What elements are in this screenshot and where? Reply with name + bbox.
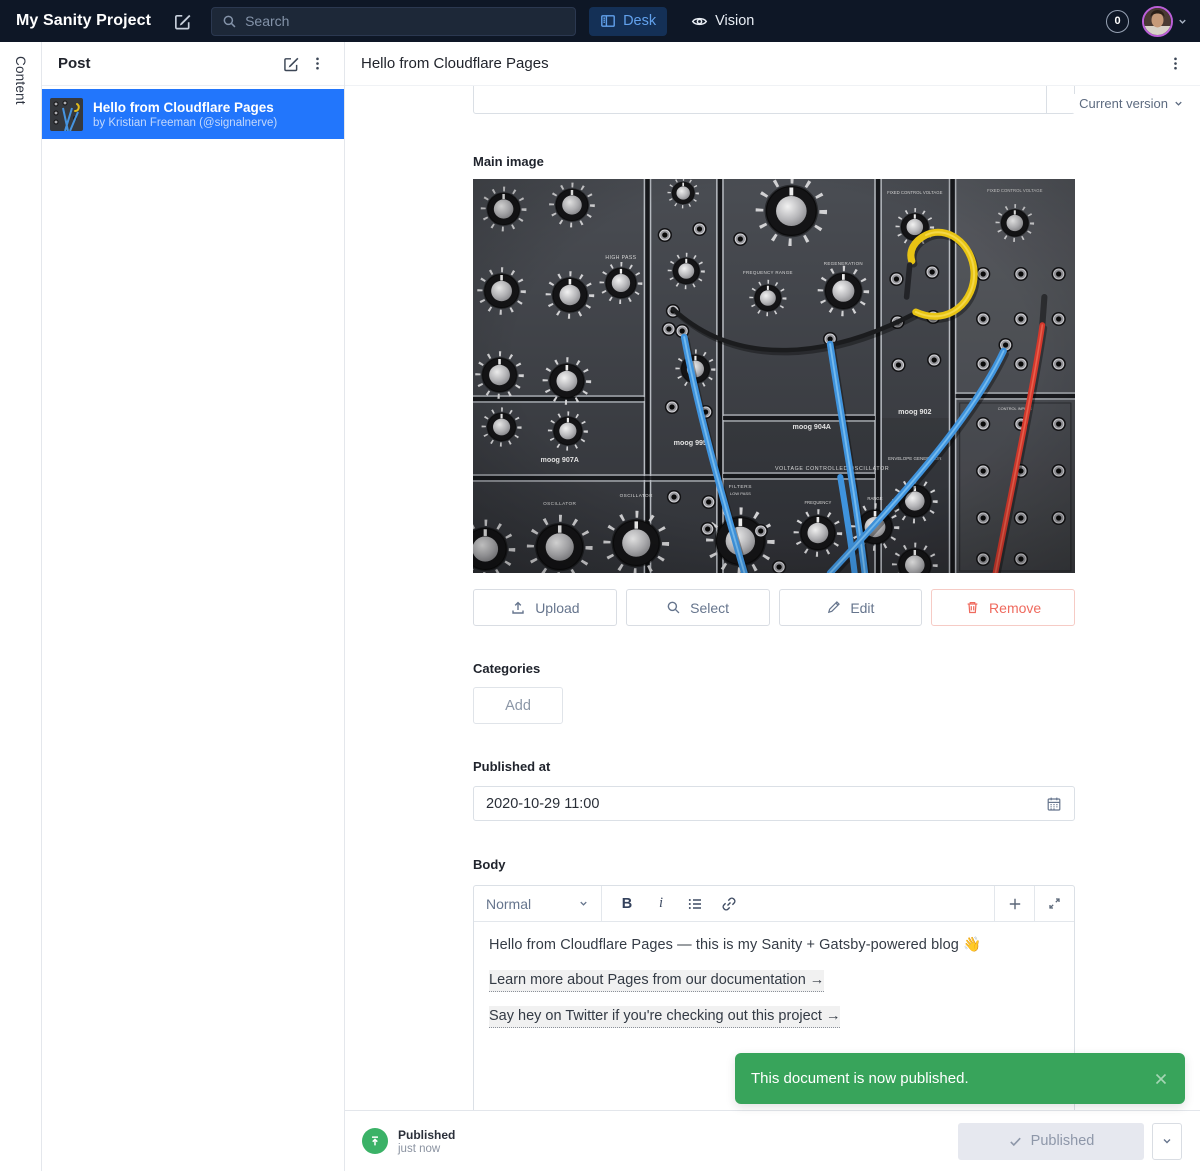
top-navbar: My Sanity Project Desk — [0, 0, 1200, 42]
italic-button[interactable]: i — [644, 889, 678, 919]
search-icon — [222, 14, 237, 29]
check-icon — [1008, 1134, 1023, 1149]
tab-vision-label: Vision — [715, 13, 754, 29]
search-icon — [666, 600, 681, 615]
select-button-label: Select — [690, 600, 729, 616]
close-icon[interactable] — [1153, 1071, 1169, 1087]
add-block-button[interactable] — [994, 886, 1034, 921]
calendar-icon[interactable] — [1046, 796, 1062, 812]
new-document-button[interactable] — [278, 51, 304, 77]
main-image-label: Main image — [473, 154, 1075, 169]
published-at-label: Published at — [473, 759, 1075, 774]
add-category-button[interactable]: Add — [473, 687, 563, 724]
document-menu-button[interactable] — [1162, 51, 1188, 77]
post-panel-title: Post — [58, 55, 91, 72]
version-select-label: Current version — [1079, 96, 1168, 111]
publish-status-icon — [362, 1128, 388, 1154]
body-paragraph: Hello from Cloudflare Pages — this is my… — [489, 935, 1059, 956]
chevron-down-icon[interactable] — [1177, 16, 1188, 27]
main-image-preview[interactable]: HIGH PASS FREQUENCY RANGE REGENERATION F… — [473, 179, 1075, 573]
status-badge[interactable]: 0 — [1106, 10, 1129, 33]
publish-menu-button[interactable] — [1152, 1123, 1182, 1160]
synthesizer-photo: HIGH PASS FREQUENCY RANGE REGENERATION F… — [473, 179, 1075, 573]
document-scroll-area[interactable]: Current version Main image — [345, 86, 1200, 1110]
link-button[interactable] — [712, 889, 746, 919]
pencil-icon — [826, 600, 841, 615]
post-panel-header: Post — [42, 42, 344, 86]
panel-menu-button[interactable] — [304, 51, 330, 77]
categories-label: Categories — [473, 661, 1075, 676]
slug-generate-button[interactable] — [1046, 86, 1074, 113]
publish-status-label: Published — [398, 1128, 455, 1142]
publish-status-time: just now — [398, 1143, 455, 1155]
style-select[interactable]: Normal — [474, 886, 602, 921]
avatar[interactable] — [1142, 6, 1173, 37]
toast-message: This document is now published. — [751, 1070, 1153, 1087]
body-link-documentation[interactable]: Learn more about Pages from our document… — [489, 970, 824, 992]
edit-button[interactable]: Edit — [779, 589, 923, 626]
style-select-value: Normal — [486, 896, 531, 912]
document-title: Hello from Cloudflare Pages — [361, 55, 549, 72]
badge-count: 0 — [1114, 15, 1120, 27]
document-header: Hello from Cloudflare Pages — [345, 42, 1200, 86]
publish-button-label: Published — [1031, 1133, 1095, 1149]
edit-button-label: Edit — [850, 600, 874, 616]
document-form: Main image — [473, 86, 1075, 1110]
version-select[interactable]: Current version — [1073, 94, 1184, 113]
project-title: My Sanity Project — [16, 12, 151, 30]
editor-content[interactable]: Hello from Cloudflare Pages — this is my… — [474, 922, 1074, 1041]
compose-icon — [173, 12, 192, 31]
document-panel: Hello from Cloudflare Pages Current vers… — [345, 42, 1200, 1171]
post-list-item[interactable]: Hello from Cloudflare Pages by Kristian … — [42, 89, 344, 139]
post-thumbnail — [50, 98, 83, 131]
select-button[interactable]: Select — [626, 589, 770, 626]
trash-icon — [965, 600, 980, 615]
publish-button[interactable]: Published — [958, 1123, 1144, 1160]
content-rail[interactable]: Content — [0, 42, 42, 1171]
tab-vision[interactable]: Vision — [680, 7, 765, 36]
compose-button[interactable] — [169, 8, 195, 34]
remove-button[interactable]: Remove — [931, 589, 1075, 626]
published-at-field — [473, 786, 1075, 821]
post-list-panel: Post — [42, 42, 345, 1171]
bold-button[interactable]: B — [610, 889, 644, 919]
document-footer: Published just now Published — [345, 1110, 1200, 1171]
expand-editor-button[interactable] — [1034, 886, 1074, 921]
slug-field-partial[interactable] — [473, 86, 1075, 114]
content-rail-label: Content — [13, 56, 28, 1171]
eye-icon — [691, 13, 708, 30]
post-item-subtitle: by Kristian Freeman (@signalnerve) — [93, 117, 277, 129]
desk-icon — [600, 13, 616, 29]
body-link-twitter[interactable]: Say hey on Twitter if you're checking ou… — [489, 1006, 840, 1028]
published-at-input[interactable] — [486, 796, 1046, 812]
upload-button-label: Upload — [535, 600, 579, 616]
remove-button-label: Remove — [989, 600, 1041, 616]
bullet-list-button[interactable] — [678, 889, 712, 919]
search-input[interactable] — [245, 13, 565, 29]
search-bar[interactable] — [211, 7, 576, 36]
tab-desk[interactable]: Desk — [589, 7, 667, 36]
tab-desk-label: Desk — [623, 13, 656, 29]
publish-toast: This document is now published. — [735, 1053, 1185, 1104]
body-label: Body — [473, 857, 1075, 872]
post-item-title: Hello from Cloudflare Pages — [93, 100, 277, 115]
editor-toolbar: Normal B i — [474, 886, 1074, 922]
upload-icon — [510, 600, 526, 616]
upload-button[interactable]: Upload — [473, 589, 617, 626]
image-actions: Upload Select — [473, 589, 1075, 626]
